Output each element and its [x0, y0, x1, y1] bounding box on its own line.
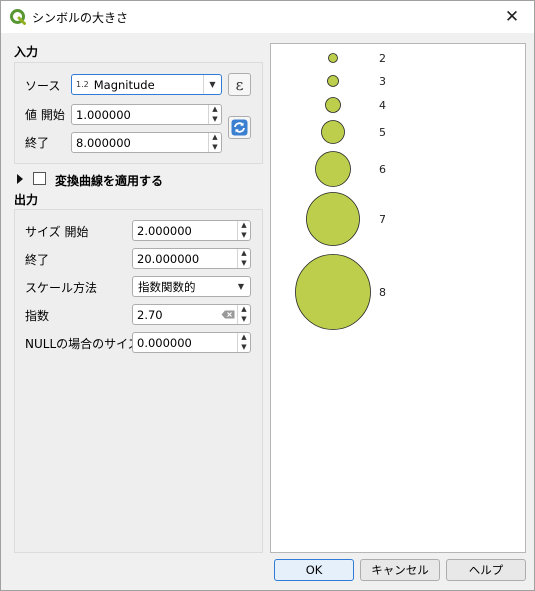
close-icon: ✕ — [504, 7, 520, 27]
legend-label: 7 — [379, 213, 386, 226]
legend-symbol — [306, 192, 360, 246]
expression-button[interactable]: ε — [228, 73, 251, 96]
cancel-button[interactable]: キャンセル — [360, 559, 440, 581]
exponent-spinbox[interactable]: 2.70 ▲ ▼ — [132, 304, 251, 325]
legend-symbol — [295, 254, 371, 330]
dialog-title: シンボルの大きさ — [32, 11, 129, 25]
value-end-value: 8.000000 — [76, 135, 131, 150]
output-section-label: 出力 — [14, 193, 39, 207]
source-combo[interactable]: 1.2 Magnitude ▼ — [71, 74, 222, 95]
chevron-down-icon[interactable]: ▼ — [232, 277, 250, 296]
refresh-icon — [231, 119, 248, 136]
spin-up-icon[interactable]: ▲ — [209, 105, 221, 115]
legend-symbol — [325, 97, 341, 113]
value-end-spinbox[interactable]: 8.000000 ▲ ▼ — [71, 132, 222, 153]
null-size-spinbox[interactable]: 0.000000 ▲ ▼ — [132, 332, 251, 353]
legend-label: 4 — [379, 99, 386, 112]
source-value: Magnitude — [93, 77, 155, 92]
legend-symbol — [328, 53, 338, 63]
numeric-field-type-icon: 1.2 — [76, 80, 89, 89]
size-start-spinbox[interactable]: 2.000000 ▲ ▼ — [132, 220, 251, 241]
size-start-label: サイズ 開始 — [25, 225, 89, 239]
symbol-size-dialog: シンボルの大きさ ✕ 入力 ソース 1.2 Magnitude ▼ ε 値 開始… — [0, 0, 535, 591]
clear-icon[interactable] — [221, 310, 235, 319]
size-end-spinbox[interactable]: 20.000000 ▲ ▼ — [132, 248, 251, 269]
spin-up-icon[interactable]: ▲ — [238, 249, 250, 259]
chevron-down-icon[interactable]: ▼ — [203, 75, 221, 94]
exponent-label: 指数 — [25, 309, 50, 323]
legend-label: 5 — [379, 126, 386, 139]
source-label: ソース — [25, 79, 61, 93]
spin-down-icon[interactable]: ▼ — [238, 315, 250, 325]
value-start-value: 1.000000 — [76, 107, 131, 122]
scale-method-label: スケール方法 — [25, 281, 98, 295]
size-start-value: 2.000000 — [137, 223, 192, 238]
legend-canvas: 2 3 4 5 6 7 8 — [295, 52, 386, 330]
value-start-spinbox[interactable]: 1.000000 ▲ ▼ — [71, 104, 222, 125]
spin-up-icon[interactable]: ▲ — [238, 305, 250, 315]
scale-method-combo[interactable]: 指数関数的 ▼ — [132, 276, 251, 297]
exponent-value: 2.70 — [137, 307, 163, 322]
size-legend-preview: 2 3 4 5 6 7 8 — [270, 43, 526, 553]
spin-down-icon[interactable]: ▼ — [238, 231, 250, 241]
legend-symbol — [327, 75, 339, 87]
spin-up-icon[interactable]: ▲ — [238, 221, 250, 231]
spin-down-icon[interactable]: ▼ — [238, 259, 250, 269]
spin-down-icon[interactable]: ▼ — [209, 115, 221, 125]
close-button[interactable]: ✕ — [490, 1, 534, 33]
spin-up-icon[interactable]: ▲ — [238, 333, 250, 343]
spin-up-icon[interactable]: ▲ — [209, 133, 221, 143]
null-size-label: NULLの場合のサイズ — [25, 337, 140, 351]
ok-button[interactable]: OK — [274, 559, 354, 581]
size-end-value: 20.000000 — [137, 251, 200, 266]
expand-arrow-icon[interactable] — [17, 174, 23, 184]
spin-down-icon[interactable]: ▼ — [238, 343, 250, 353]
fetch-range-button[interactable] — [228, 116, 251, 139]
epsilon-expression-icon: ε — [235, 75, 244, 94]
scale-method-value: 指数関数的 — [138, 279, 196, 294]
legend-label: 6 — [379, 163, 386, 176]
legend-label: 8 — [379, 286, 386, 299]
value-start-label: 値 開始 — [25, 108, 65, 122]
legend-symbol — [315, 151, 351, 187]
apply-curve-checkbox[interactable] — [33, 172, 46, 185]
apply-curve-label: 変換曲線を適用する — [55, 174, 164, 188]
qgis-logo-icon — [10, 9, 26, 25]
legend-label: 2 — [379, 52, 386, 65]
title-bar: シンボルの大きさ ✕ — [1, 1, 534, 33]
size-end-label: 終了 — [25, 253, 50, 267]
null-size-value: 0.000000 — [137, 335, 192, 350]
help-button[interactable]: ヘルプ — [446, 559, 526, 581]
legend-symbol — [321, 120, 345, 144]
spin-down-icon[interactable]: ▼ — [209, 143, 221, 153]
value-end-label: 終了 — [25, 136, 50, 150]
input-section-label: 入力 — [14, 45, 39, 59]
legend-label: 3 — [379, 75, 386, 88]
